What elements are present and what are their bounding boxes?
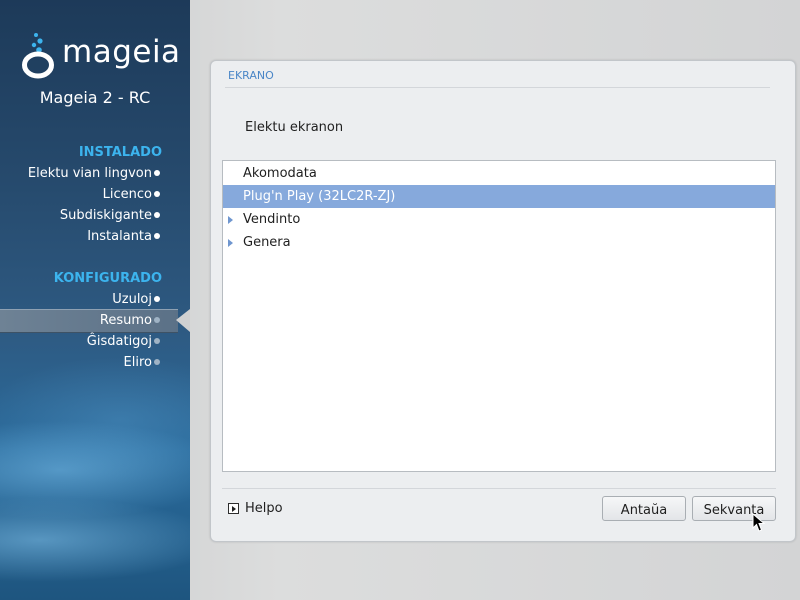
triangle-right-icon[interactable] (228, 239, 233, 247)
help-toggle-icon[interactable] (228, 503, 239, 514)
tree-item-vendor[interactable]: Vendinto (223, 208, 775, 231)
step-updates: Ĝisdatigoj (86, 334, 152, 349)
help-label: Helpo (245, 501, 283, 516)
step-exit: Eliro (123, 355, 152, 370)
step-status-dot (154, 359, 160, 365)
monitor-dialog: EKRANO Elektu ekranon Akomodata Plug'n P… (210, 60, 796, 542)
brand-wordmark: mageia (62, 34, 181, 70)
step-status-dot (154, 191, 160, 197)
step-partitioning: Subdiskigante (59, 208, 152, 223)
tree-item-generic[interactable]: Genera (223, 231, 775, 254)
step-status-dot (154, 233, 160, 239)
step-summary: Resumo (99, 313, 152, 328)
tree-item-plug-n-play[interactable]: Plug'n Play (32LC2R-ZJ) (223, 185, 775, 208)
title-divider (225, 87, 770, 88)
active-step-pointer (176, 309, 190, 332)
section-title-configure: KONFIGURADO (53, 271, 162, 286)
back-button[interactable]: Antaŭa (602, 496, 686, 521)
monitor-tree[interactable]: Akomodata Plug'n Play (32LC2R-ZJ) Vendin… (222, 160, 776, 472)
step-status-dot (154, 317, 160, 323)
step-status-dot (154, 296, 160, 302)
step-status-dot (154, 212, 160, 218)
step-installing: Instalanta (87, 229, 152, 244)
step-status-dot (154, 338, 160, 344)
panel-title: EKRANO (228, 69, 274, 82)
tree-item-label: Vendinto (243, 212, 301, 227)
tree-item-label: Genera (243, 235, 291, 250)
brand-logo: mageia (20, 32, 180, 82)
step-language: Elektu vian lingvon (27, 166, 152, 181)
footer-divider (222, 488, 776, 489)
step-status-dot (154, 170, 160, 176)
tree-item-label: Akomodata (243, 166, 317, 181)
tree-item-custom[interactable]: Akomodata (223, 162, 775, 185)
triangle-right-icon[interactable] (228, 216, 233, 224)
sidebar: mageia Mageia 2 - RC INSTALADO Elektu vi… (0, 0, 190, 600)
step-license: Licenco (102, 187, 152, 202)
prompt-label: Elektu ekranon (245, 120, 344, 135)
tree-item-label: Plug'n Play (32LC2R-ZJ) (243, 189, 396, 204)
version-label: Mageia 2 - RC (39, 88, 151, 107)
section-title-install: INSTALADO (78, 145, 162, 160)
step-users: Uzuloj (112, 292, 152, 307)
mageia-logo-icon (22, 33, 54, 79)
mouse-pointer-icon (752, 513, 766, 532)
